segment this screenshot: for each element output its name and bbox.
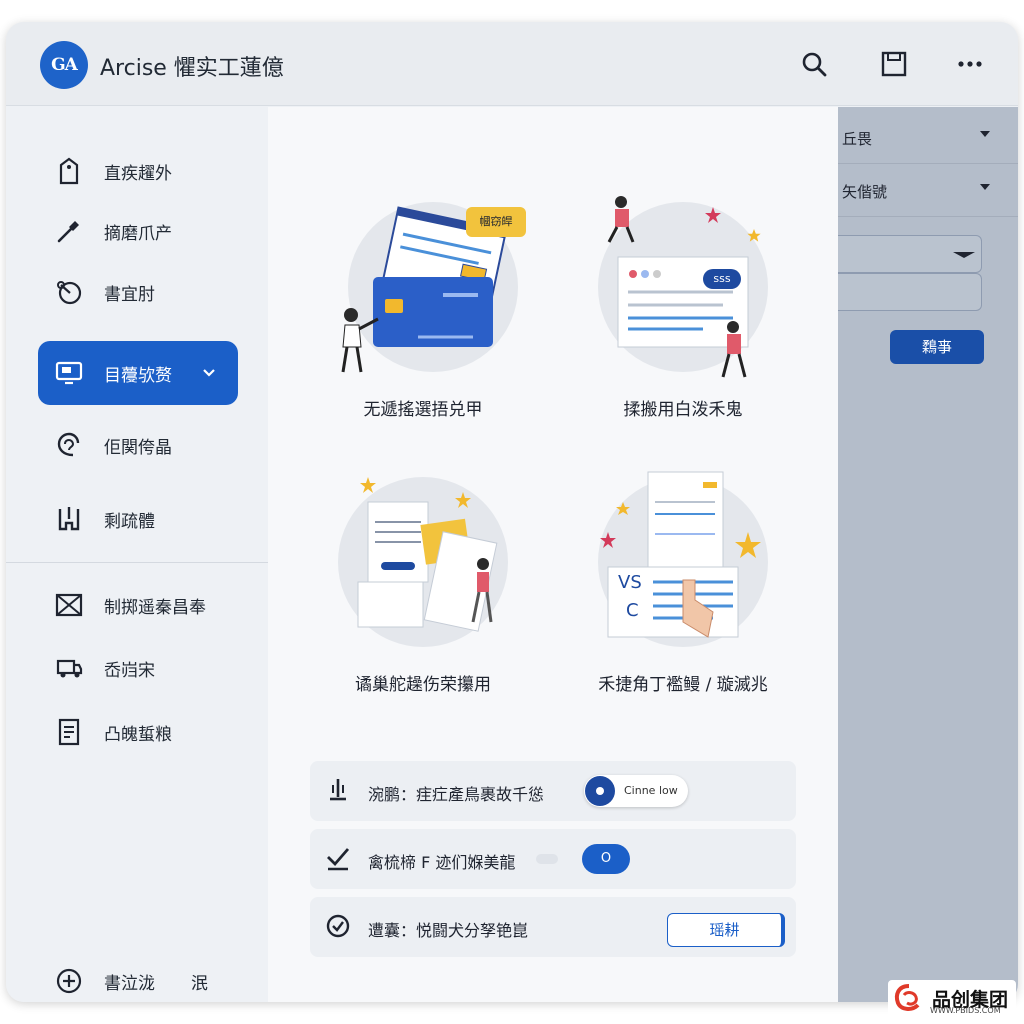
setting-row-3: 遭囊：悦闘犬分孥铯崑 瑶耕	[310, 897, 796, 957]
right-panel-row-label: 矢偕號	[842, 183, 888, 201]
monitor-icon	[54, 358, 84, 388]
right-panel-select[interactable]	[838, 235, 982, 273]
sidebar-item-6[interactable]: 制掷遥秦昌奉	[38, 573, 238, 637]
setting-label: 遭囊：悦闘犬分孥铯崑	[368, 921, 529, 940]
sidebar-item-0[interactable]: 直疾趯外	[38, 139, 238, 203]
watermark-sub: WWW.PBIDS.COM	[930, 1006, 1001, 1015]
chevron-down-icon	[980, 184, 990, 190]
right-panel-row-label: 丘畏	[842, 130, 873, 148]
vs-label: VS	[618, 572, 642, 593]
sidebar-divider	[6, 562, 268, 563]
save-icon	[881, 51, 907, 77]
sidebar-item-label: 凸魄蜇粮	[104, 724, 172, 745]
dropdown-icon	[953, 252, 975, 258]
sidebar-item-5[interactable]: 剩疏體	[38, 487, 238, 551]
plus-circle-icon	[54, 966, 84, 996]
sidebar: 直疾趯外 摘磨爪产 書宜肘 目蘉欤赘 佢関侉晶 剩疏體 制掷遥秦昌奉 岙岿宋 凸…	[6, 107, 268, 1002]
check-icon	[324, 844, 352, 872]
setting-label: 涴鹏：疰疘產鳥裹故千慫	[368, 785, 545, 804]
clipboard-icon	[54, 504, 84, 534]
sidebar-item-label: 直疾趯外	[104, 163, 172, 184]
gauge-icon	[54, 277, 84, 307]
card-caption: 揉搬用白泼禾鬼	[623, 400, 743, 420]
sidebar-footer-label: 書泣泷	[104, 973, 155, 994]
card-caption: 禾捷角丁襤鳗 / 璇滅兆	[598, 675, 768, 695]
sidebar-item-label: 佢関侉晶	[104, 437, 172, 458]
sidebar-item-1[interactable]: 摘磨爪产	[38, 199, 238, 263]
chevron-down-icon	[203, 369, 215, 377]
c-label: C	[626, 600, 639, 621]
dashboard-badge: sss	[703, 269, 741, 289]
save-button[interactable]	[874, 44, 914, 84]
setting-pill-button[interactable]: O	[582, 844, 630, 874]
setting-toggle[interactable]: Cinne low	[584, 775, 688, 807]
sidebar-item-7[interactable]: 岙岿宋	[38, 636, 238, 700]
sidebar-item-label: 岙岿宋	[104, 660, 155, 681]
dashboard-illustration	[598, 196, 768, 378]
right-panel-button[interactable]: 鶔亊	[890, 330, 984, 364]
sidebar-item-label: 書宜肘	[104, 284, 155, 305]
right-panel: 丘畏 矢偕號 鶔亊	[838, 107, 1018, 1002]
sidebar-footer-extra: 泯	[191, 973, 208, 994]
sidebar-item-label: 目蘉欤赘	[104, 365, 172, 386]
pin-icon	[324, 776, 352, 804]
box-x-icon	[54, 590, 84, 620]
feature-card-3[interactable]: 谲巢舵趮伤荣攥用	[298, 462, 548, 712]
setting-row-1: 涴鹏：疰疘產鳥裹故千慫 Cinne low	[310, 761, 796, 821]
sidebar-item-4[interactable]: 佢関侉晶	[38, 413, 238, 477]
main-content: 幗窃皔 无遞搖選捂兑甲 sss 揉搬用白泼禾鬼 谲巢舵趮伤荣攥用 VS C 禾捷…	[268, 107, 838, 1002]
card-caption: 无遞搖選捂兑甲	[363, 400, 483, 420]
sidebar-item-label: 摘磨爪产	[104, 223, 172, 244]
sidebar-item-label: 剩疏體	[104, 511, 155, 532]
tag-icon	[54, 156, 84, 186]
truck-icon	[54, 653, 84, 683]
app-header: GA Arcise 懼实工蓮億	[6, 22, 1018, 106]
comparison-illustration	[598, 471, 768, 647]
sidebar-item-label: 制掷遥秦昌奉	[104, 597, 206, 618]
chevron-down-icon	[980, 131, 990, 137]
more-icon	[958, 61, 982, 67]
documents-illustration	[338, 477, 508, 647]
dropper-icon	[54, 216, 84, 246]
sidebar-item-3[interactable]: 目蘉欤赘	[38, 341, 238, 405]
setting-row-2: 禽梳楴 F 迹们媬美龍 O	[310, 829, 796, 889]
search-icon	[802, 52, 827, 77]
check-circle-icon	[324, 912, 352, 940]
setting-label: 禽梳楴 F 迹们媬美龍	[368, 853, 516, 872]
toggle-text: Cinne low	[624, 784, 678, 797]
setting-dots	[536, 854, 558, 864]
watermark-logo	[894, 984, 920, 1011]
app-logo: GA	[40, 41, 88, 89]
headset-icon	[54, 430, 84, 460]
sidebar-item-2[interactable]: 書宜肘	[38, 260, 238, 324]
sidebar-item-8[interactable]: 凸魄蜇粮	[38, 700, 238, 764]
app-window: GA Arcise 懼实工蓮億 直疾趯外 摘磨爪产 書宜肘 目蘉欤赘 佢関侉晶 …	[6, 22, 1018, 1002]
right-panel-row-1[interactable]: 丘畏	[838, 112, 1018, 164]
search-button[interactable]	[794, 44, 834, 84]
feature-card-2[interactable]: sss 揉搬用白泼禾鬼	[558, 187, 808, 437]
app-title: Arcise 懼实工蓮億	[100, 56, 284, 81]
card-caption: 谲巢舵趮伤荣攥用	[355, 675, 491, 695]
right-panel-row-2[interactable]: 矢偕號	[838, 165, 1018, 217]
feature-card-1[interactable]: 幗窃皔 无遞搖選捂兑甲	[298, 187, 548, 437]
document-icon	[54, 717, 84, 747]
watermark: 品创集团 WWW.PBIDS.COM	[888, 980, 1016, 1016]
right-panel-input[interactable]	[838, 273, 982, 311]
feature-card-4[interactable]: VS C 禾捷角丁襤鳗 / 璇滅兆	[558, 462, 808, 712]
more-button[interactable]	[950, 44, 990, 84]
speech-bubble: 幗窃皔	[466, 207, 526, 237]
toggle-knob-icon	[585, 776, 615, 806]
setting-outline-button[interactable]: 瑶耕	[667, 913, 785, 947]
sidebar-footer-item[interactable]: 書泣泷 泯	[38, 949, 238, 1002]
